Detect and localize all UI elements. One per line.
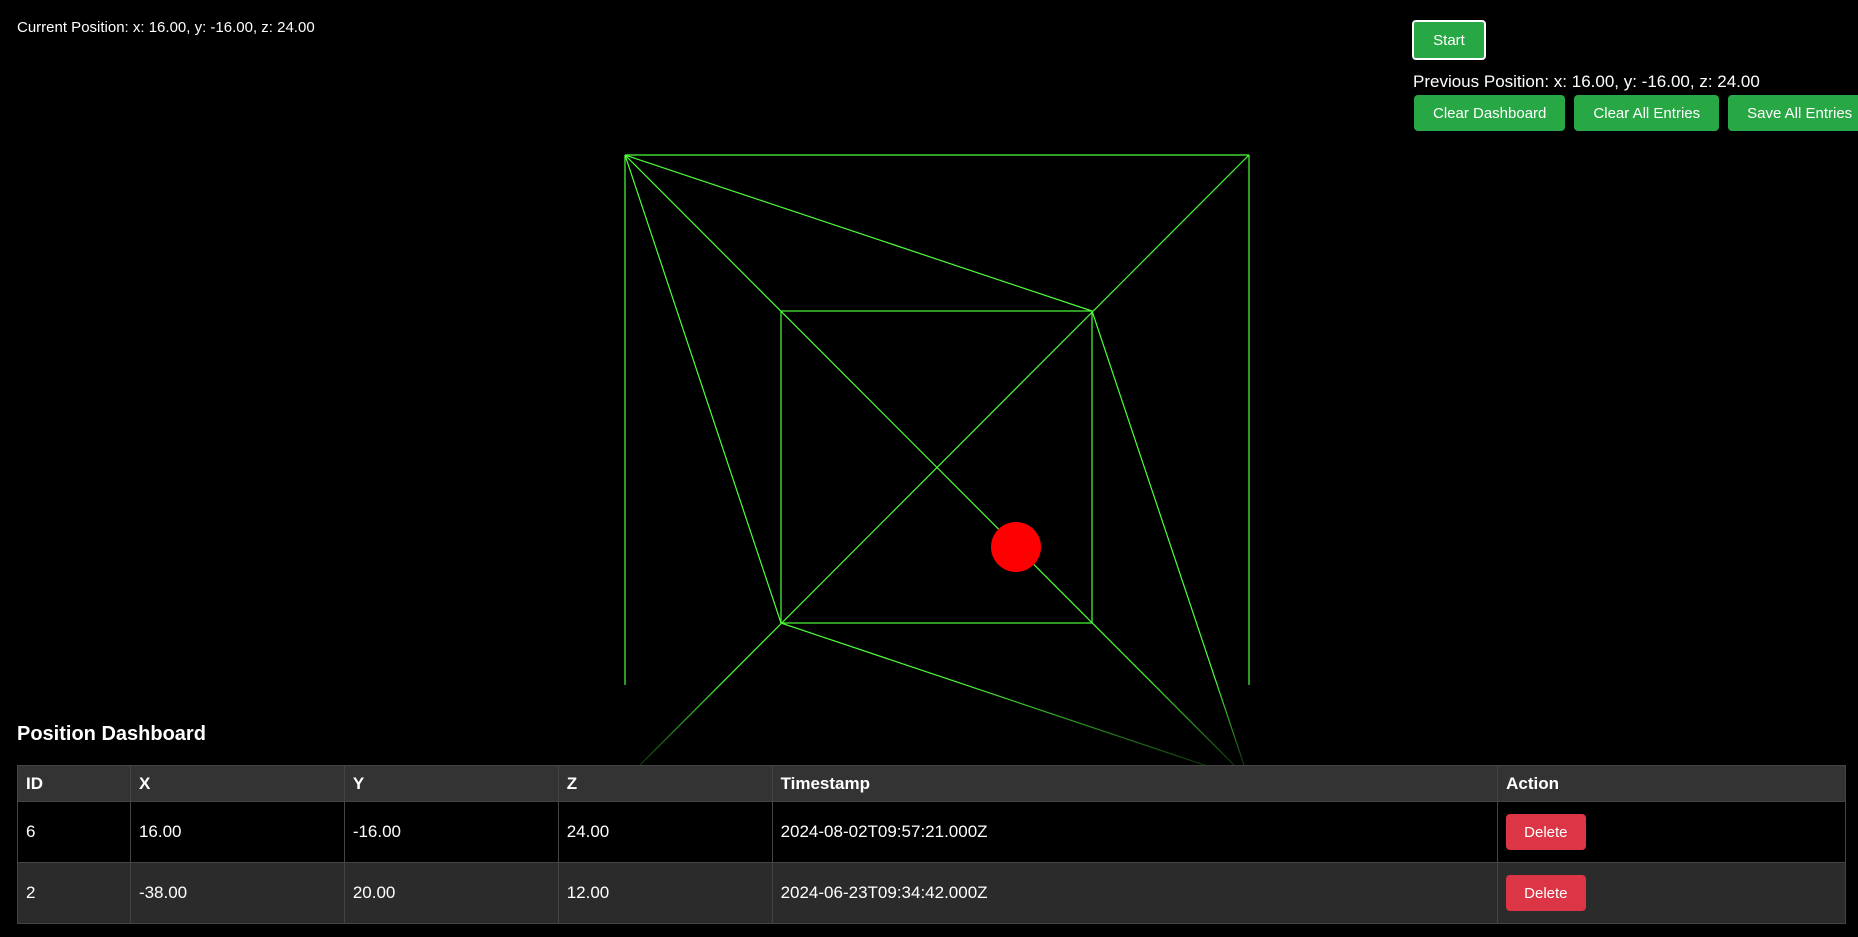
header-timestamp: Timestamp: [771, 765, 1499, 802]
table-row: 6 16.00 -16.00 24.00 2024-08-02T09:57:21…: [17, 801, 1846, 863]
cell-z: 12.00: [557, 862, 773, 924]
header-action: Action: [1497, 765, 1846, 802]
dashboard-controls: Clear Dashboard Clear All Entries Save A…: [1414, 95, 1858, 131]
start-button[interactable]: Start: [1412, 20, 1486, 60]
header-z: Z: [557, 765, 773, 802]
position-table: ID X Y Z Timestamp Action 6 16.00 -16.00…: [17, 765, 1846, 924]
save-all-entries-button[interactable]: Save All Entries: [1728, 95, 1858, 131]
app-root: Current Position: x: 16.00, y: -16.00, z…: [0, 0, 1858, 937]
cell-z: 24.00: [557, 801, 773, 863]
cell-id: 2: [17, 862, 131, 924]
clear-all-entries-button[interactable]: Clear All Entries: [1574, 95, 1720, 131]
cell-action: Delete: [1497, 801, 1846, 863]
table-row: 2 -38.00 20.00 12.00 2024-06-23T09:34:42…: [17, 862, 1846, 924]
cell-y: 20.00: [343, 862, 559, 924]
delete-button[interactable]: Delete: [1506, 814, 1586, 850]
header-x: X: [129, 765, 345, 802]
cell-timestamp: 2024-06-23T09:34:42.000Z: [771, 862, 1499, 924]
position-sphere: [991, 522, 1041, 572]
edge-topleft-to-innertr: [624, 154, 1093, 312]
cell-action: Delete: [1497, 862, 1846, 924]
cell-x: -38.00: [129, 862, 345, 924]
previous-position-readout: Previous Position: x: 16.00, y: -16.00, …: [1413, 72, 1760, 91]
bottom-fade: [600, 680, 1280, 770]
edge-topleft-to-innerbl: [624, 154, 782, 624]
clear-dashboard-button[interactable]: Clear Dashboard: [1414, 95, 1566, 131]
cell-y: -16.00: [343, 801, 559, 863]
header-y: Y: [343, 765, 559, 802]
delete-button[interactable]: Delete: [1506, 875, 1586, 911]
table-header-row: ID X Y Z Timestamp Action: [17, 765, 1846, 802]
cell-timestamp: 2024-08-02T09:57:21.000Z: [771, 801, 1499, 863]
cell-x: 16.00: [129, 801, 345, 863]
dashboard-title: Position Dashboard: [17, 723, 206, 745]
header-id: ID: [17, 765, 131, 802]
cell-id: 6: [17, 801, 131, 863]
